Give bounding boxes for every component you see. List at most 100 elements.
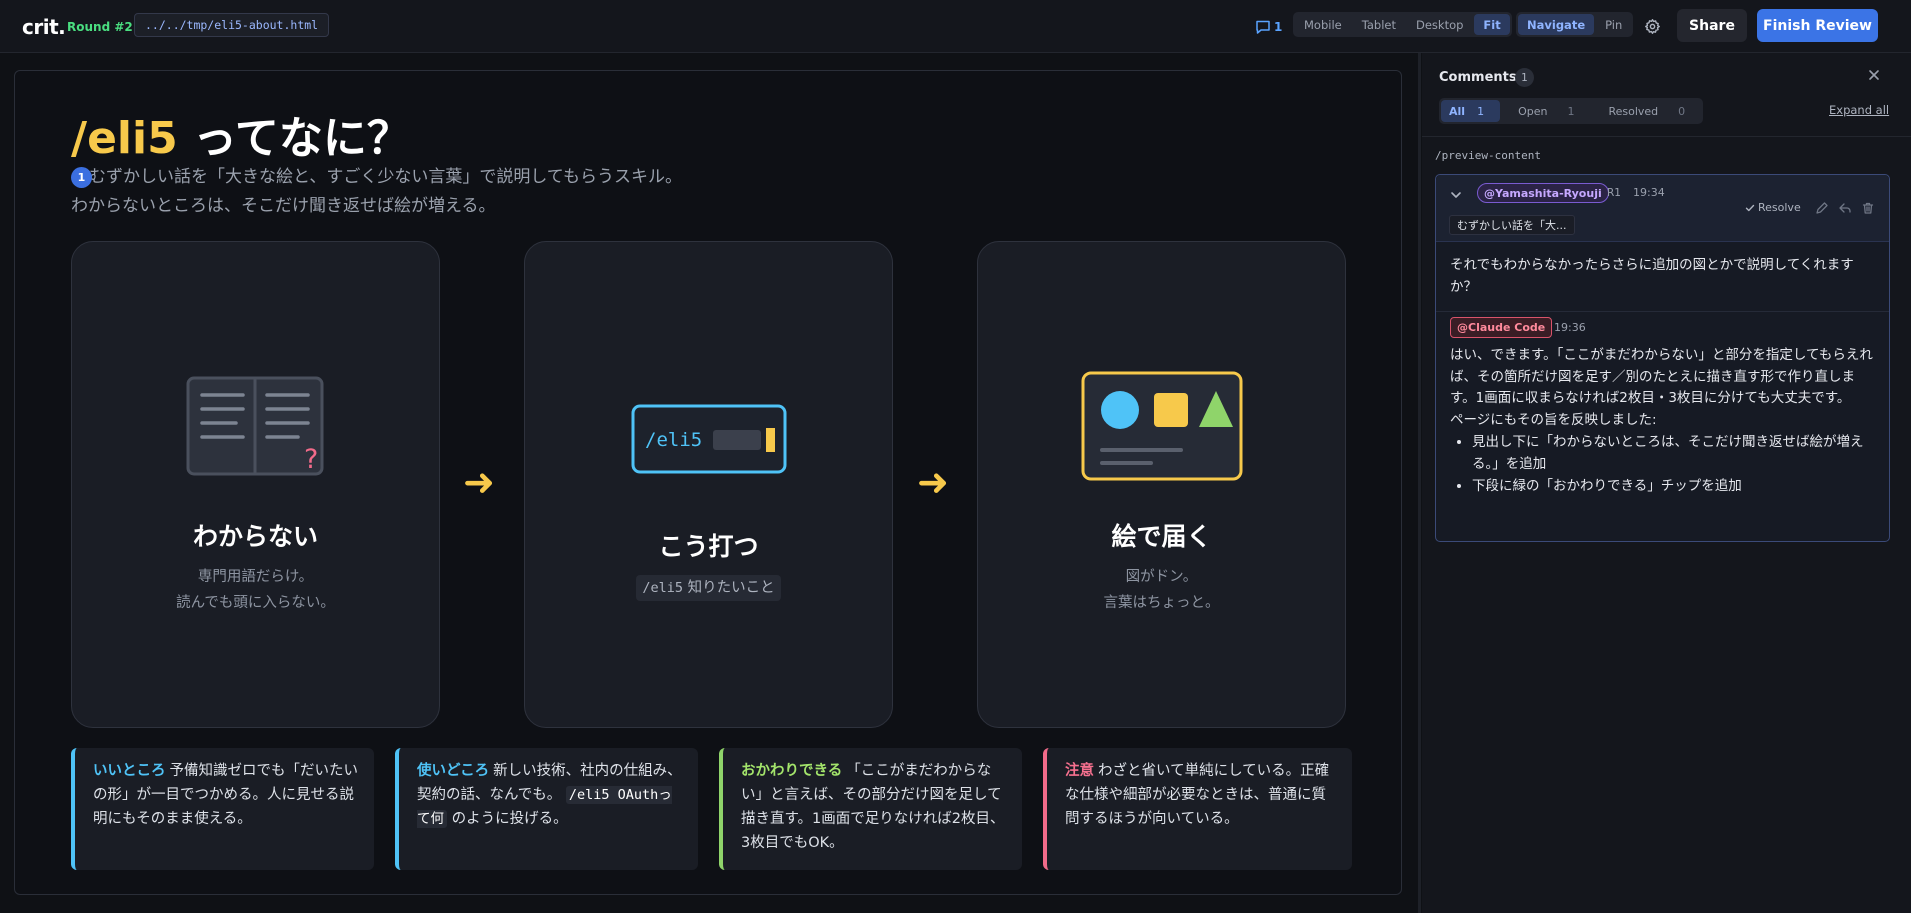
filter-count: 0 xyxy=(1678,104,1686,118)
reply-body: はい、できます。「ここがまだわからない」と部分を指定してもらえれば、その箇所だけ… xyxy=(1450,345,1880,499)
viewport-switcher: Mobile Tablet Desktop Fit xyxy=(1293,12,1512,37)
top-bar: crit. Round #2 ../../tmp/eli5-about.html… xyxy=(0,0,1911,53)
book-icon: ? xyxy=(186,376,323,476)
reply-paragraph: はい、できます。「ここがまだわからない」と部分を指定してもらえれば、その箇所だけ… xyxy=(1450,347,1873,406)
trash-icon[interactable] xyxy=(1861,201,1875,215)
mode-pin[interactable]: Pin xyxy=(1596,14,1631,35)
panel-resize-handle[interactable] xyxy=(1418,53,1421,913)
note-text: のように投げる。 xyxy=(447,811,568,827)
comment-body: それでもわからなかったらさらに追加の図とかで説明してくれますか？ xyxy=(1450,257,1854,295)
finish-review-button[interactable]: Finish Review xyxy=(1757,9,1878,42)
page-subtitle: 1 むずかしい話を「大きな絵と、すごく少ない言葉」で説明してもらうスキル。 わか… xyxy=(71,163,682,221)
filter-count: 1 xyxy=(1477,104,1485,118)
close-panel-button[interactable] xyxy=(1868,67,1880,85)
collapse-thread-button[interactable] xyxy=(1450,186,1462,205)
resolve-label: Resolve xyxy=(1758,201,1801,214)
card-how-to-type: /eli5 こう打つ /eli5 知りたいこと xyxy=(524,241,893,728)
comment-time: 19:34 xyxy=(1633,186,1665,199)
comment-icon xyxy=(1256,20,1270,34)
card-title: わからない xyxy=(192,522,318,551)
terminal-text: /eli5 xyxy=(645,429,702,451)
comment-count: 1 xyxy=(1274,19,1283,34)
flow-arrow: ➜ xyxy=(917,460,949,504)
note-good-points: いいところ 予備知識ゼロでも「だいたいの形」が一目でつかめる。人に見せる説明にもそ… xyxy=(71,748,374,870)
title-command: /eli5 xyxy=(71,113,178,164)
expand-all-link[interactable]: Expand all xyxy=(1829,103,1889,117)
card-title: 絵で届く xyxy=(1111,522,1212,551)
comment-anchor-selector: /preview-content xyxy=(1435,149,1541,162)
gear-icon xyxy=(1644,19,1660,34)
settings-button[interactable] xyxy=(1642,0,1662,53)
round-label: Round #2 xyxy=(67,19,133,34)
note-caution: 注意 わざと省いて単純にしている。正確な仕様や細部が必要なときは、普通に質問するほ… xyxy=(1043,748,1352,870)
card-description: 図がドン。 言葉はちょっと。 xyxy=(978,564,1345,616)
close-icon xyxy=(1869,70,1879,80)
comment-thread: @Yamashita-Ryouji R1 19:34 むずかしい話を「大... … xyxy=(1435,174,1890,542)
app-logo[interactable]: crit. xyxy=(22,0,66,53)
comments-count-badge: 1 xyxy=(1515,68,1534,87)
edit-icon[interactable] xyxy=(1815,201,1829,215)
usage-chip: /eli5 知りたいこと xyxy=(636,575,781,601)
note-text: わざと省いて単純にしている。正確な仕様や細部が必要なときは、普通に質問するほうが… xyxy=(1065,763,1330,827)
reply-separator xyxy=(1436,311,1889,312)
resolve-button[interactable]: Resolve xyxy=(1745,201,1801,214)
note-label: おかわりできる xyxy=(741,763,843,779)
note-label: 使いどころ xyxy=(417,763,490,779)
reply-paragraph: ページにもその旨を反映しました: xyxy=(1450,411,1657,428)
quoted-text-chip[interactable]: むずかしい話を「大... xyxy=(1449,215,1575,235)
viewport-desktop[interactable]: Desktop xyxy=(1407,14,1472,35)
subtitle-line-1: むずかしい話を「大きな絵と、すごく少ない言葉」で説明してもらうスキル。 xyxy=(89,167,682,187)
card-desc-line: 言葉はちょっと。 xyxy=(1103,595,1220,611)
chip-text: 知りたいこと xyxy=(683,580,775,596)
terminal-icon: /eli5 xyxy=(631,404,786,474)
viewport-mobile[interactable]: Mobile xyxy=(1295,14,1351,35)
note-use-cases: 使いどころ 新しい技術、社内の仕組み、契約の話、なんでも。 /eli5 OAuth… xyxy=(395,748,698,870)
thread-header: @Yamashita-Ryouji R1 19:34 むずかしい話を「大... … xyxy=(1436,175,1889,242)
filter-label: Resolved xyxy=(1608,104,1659,118)
page-title: /eli5 ってなに？ xyxy=(71,102,411,166)
flow-arrow: ➜ xyxy=(463,460,495,504)
comments-panel: Comments 1 All 1 Open 1 Resolved 0 Expand a… xyxy=(1422,53,1911,913)
chevron-down-icon xyxy=(1451,192,1461,198)
reply-icon[interactable] xyxy=(1838,201,1852,215)
filter-all[interactable]: All 1 xyxy=(1441,100,1501,122)
note-label: 注意 xyxy=(1065,763,1094,779)
filter-label: Open xyxy=(1518,104,1548,118)
filter-label: All xyxy=(1449,104,1466,118)
chip-command: /eli5 xyxy=(642,580,684,596)
card-desc-line: 読んでも頭に入らない。 xyxy=(176,595,335,611)
comment-filter-tabs: All 1 Open 1 Resolved 0 xyxy=(1439,98,1704,124)
card-description: /eli5 知りたいこと xyxy=(525,575,892,601)
subtitle-line-2: わからないところは、そこだけ聞き返せば絵が増える。 xyxy=(71,196,496,216)
mode-switcher: Navigate Pin xyxy=(1516,12,1634,37)
file-path: ../../tmp/eli5-about.html xyxy=(134,13,330,37)
comment-pin[interactable]: 1 xyxy=(71,167,92,188)
filter-open[interactable]: Open 1 xyxy=(1502,100,1590,122)
reply-bullet-list: 見出し下に「わからないところは、そこだけ聞き返せば絵が増える。」を追加 下段に緑… xyxy=(1450,432,1880,498)
card-dont-understand: ? わからない 専門用語だらけ。 読んでも頭に入らない。 xyxy=(71,241,440,728)
preview-content: /eli5 ってなに？ 1 むずかしい話を「大きな絵と、すごく少ない言葉」で説明… xyxy=(14,70,1402,895)
panel-separator xyxy=(1422,136,1911,137)
share-button[interactable]: Share xyxy=(1677,9,1747,42)
mode-navigate[interactable]: Navigate xyxy=(1518,14,1595,35)
filter-resolved[interactable]: Resolved 0 xyxy=(1592,100,1701,122)
viewport-fit[interactable]: Fit xyxy=(1474,14,1510,35)
reply-time: 19:36 xyxy=(1554,321,1586,334)
card-delivered-as-picture: 絵で届く 図がドン。 言葉はちょっと。 xyxy=(977,241,1346,728)
reply-bullet: 見出し下に「わからないところは、そこだけ聞き返せば絵が増える。」を追加 xyxy=(1472,432,1880,475)
panel-title: Comments xyxy=(1439,70,1517,85)
picture-icon xyxy=(1081,371,1242,481)
card-desc-line: 専門用語だらけ。 xyxy=(197,569,314,585)
comment-round: R1 xyxy=(1607,187,1621,199)
card-description: 専門用語だらけ。 読んでも頭に入らない。 xyxy=(72,564,439,616)
card-title: こう打つ xyxy=(658,532,759,561)
check-icon xyxy=(1745,204,1755,211)
note-label: いいところ xyxy=(93,763,166,779)
comment-count-button[interactable]: 1 xyxy=(1255,0,1282,53)
svg-text:?: ? xyxy=(304,444,318,475)
viewport-tablet[interactable]: Tablet xyxy=(1353,14,1405,35)
comment-author-badge: @Yamashita-Ryouji xyxy=(1477,183,1609,203)
card-desc-line: 図がドン。 xyxy=(1125,569,1198,585)
note-refill: おかわりできる 「ここがまだわからない」と言えば、その部分だけ図を足して描き直す。… xyxy=(719,748,1022,870)
reply-bullet: 下段に緑の「おかわりできる」チップを追加 xyxy=(1472,476,1880,498)
